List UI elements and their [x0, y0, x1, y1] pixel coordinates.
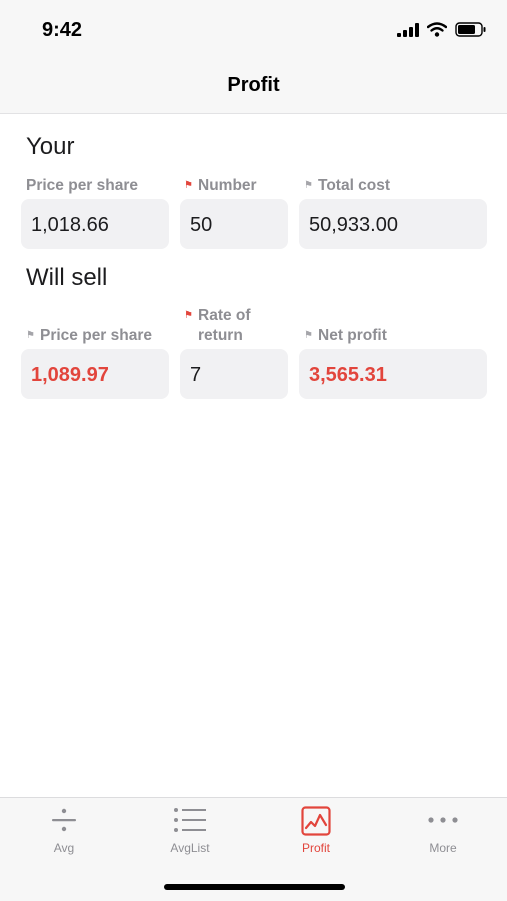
- status-icons: [397, 22, 487, 37]
- pin-icon[interactable]: ⚑: [184, 176, 194, 196]
- more-icon: [428, 817, 458, 823]
- list-icon: [174, 808, 206, 832]
- sell-price-field[interactable]: 1,089.97: [21, 349, 169, 399]
- tab-more[interactable]: More: [380, 798, 506, 868]
- navigation-bar: Profit: [0, 60, 507, 114]
- tab-avglist-label: AvgList: [170, 841, 210, 855]
- status-time: 9:42: [42, 19, 83, 41]
- your-price-field[interactable]: 1,018.66: [21, 199, 169, 249]
- your-total-field[interactable]: 50,933.00: [299, 199, 487, 249]
- tab-avg[interactable]: Avg: [1, 798, 127, 868]
- pin-icon[interactable]: ⚑: [26, 326, 36, 346]
- your-section-title: Your: [26, 133, 75, 160]
- pin-icon[interactable]: ⚑: [304, 176, 314, 196]
- wifi-icon: [427, 22, 447, 37]
- net-profit-label-text: Net profit: [318, 327, 387, 344]
- net-profit-label: ⚑ Net profit: [304, 326, 387, 346]
- divide-icon: [52, 808, 76, 832]
- will-sell-section-title: Will sell: [26, 264, 108, 291]
- tab-avglist[interactable]: AvgList: [127, 798, 253, 868]
- rate-of-return-field[interactable]: 7: [180, 349, 288, 399]
- your-number-label-text: Number: [198, 177, 257, 194]
- status-bar: 9:42: [0, 0, 507, 60]
- net-profit-field[interactable]: 3,565.31: [299, 349, 487, 399]
- your-total-label: ⚑ Total cost: [304, 176, 390, 196]
- sell-price-label-text: Price per share: [40, 327, 153, 344]
- pin-icon[interactable]: ⚑: [184, 306, 194, 326]
- your-number-field[interactable]: 50: [180, 199, 288, 249]
- battery-icon: [455, 22, 486, 37]
- your-price-label: Price per share: [26, 176, 138, 196]
- rate-label-line2: return: [198, 327, 243, 344]
- tab-more-label: More: [429, 841, 457, 855]
- rate-of-return-label: ⚑ Rate of return: [184, 306, 251, 346]
- your-total-label-text: Total cost: [318, 177, 391, 194]
- home-indicator[interactable]: [164, 884, 345, 890]
- your-price-label-text: Price per share: [26, 177, 139, 194]
- your-number-label: ⚑ Number: [184, 176, 257, 196]
- pin-icon[interactable]: ⚑: [304, 326, 314, 346]
- tab-profit[interactable]: Profit: [253, 798, 379, 868]
- rate-label-line1: Rate of: [198, 307, 251, 324]
- sell-price-label: ⚑ Price per share: [26, 326, 152, 346]
- cellular-signal-icon: [397, 22, 419, 37]
- chart-icon: [301, 806, 331, 836]
- tab-profit-label: Profit: [301, 841, 330, 855]
- tab-avg-label: Avg: [53, 841, 75, 855]
- page-title: Profit: [227, 74, 280, 96]
